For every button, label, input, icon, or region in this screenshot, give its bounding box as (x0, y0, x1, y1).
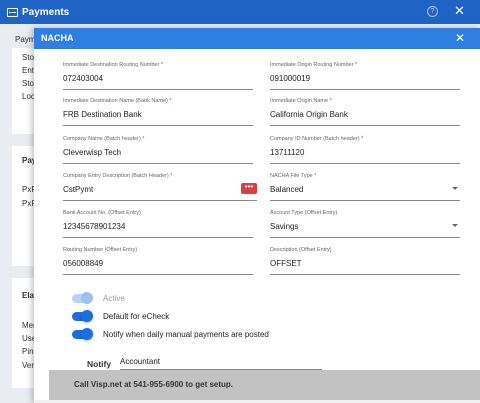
nacha-close-icon[interactable]: ✕ (455, 31, 465, 45)
field-value: 091000019 (270, 74, 311, 83)
company-id-field[interactable]: Company ID Number (Batch header) * 13711… (270, 136, 460, 164)
field-value: Cleverwisp Tech (63, 148, 122, 157)
left-item: Loc (22, 92, 35, 101)
origin-routing-field[interactable]: Immediate Origin Routing Number * 091000… (270, 62, 460, 90)
toggle-label: Notify when daily manual payments are po… (103, 329, 269, 339)
nacha-dialog-header: NACHA ✕ (34, 28, 480, 49)
entry-description-field[interactable]: Company Entry Description (Batch Header)… (63, 173, 257, 201)
notify-daily-toggle-row: Notify when daily manual payments are po… (72, 328, 269, 340)
active-toggle-row: Active (72, 292, 125, 304)
left-item: Pin (22, 347, 34, 356)
nacha-dialog-title: NACHA (41, 33, 74, 43)
field-label: Company Entry Description (Batch Header)… (63, 173, 173, 179)
toggle-label: Default for eCheck (103, 311, 170, 321)
field-value: 12345678901234 (63, 222, 126, 231)
field-value: 13711120 (270, 148, 305, 157)
tab-payments[interactable]: Paym (15, 35, 35, 44)
field-value: CstPymt (63, 185, 94, 194)
more-options-button[interactable]: ••• (241, 183, 257, 194)
default-echeck-toggle-row: Default for eCheck (72, 310, 169, 322)
field-label: Company ID Number (Batch header) * (270, 136, 364, 142)
field-label: Immediate Origin Name * (270, 98, 332, 104)
field-label: Immediate Destination Routing Number * (63, 62, 163, 68)
field-label: Immediate Origin Routing Number * (270, 62, 358, 68)
dest-name-field[interactable]: Immediate Destination Name (Bank Name) *… (63, 98, 253, 126)
origin-name-field[interactable]: Immediate Origin Name * California Origi… (270, 98, 460, 126)
default-echeck-toggle[interactable] (72, 310, 93, 322)
file-type-select[interactable]: NACHA File Type * Balanced (270, 173, 460, 201)
help-icon[interactable]: ? (427, 6, 438, 17)
field-label: Account Type (Offset Entry) (270, 210, 338, 216)
chevron-down-icon[interactable] (452, 224, 458, 227)
dest-routing-field[interactable]: Immediate Destination Routing Number * 0… (63, 62, 253, 90)
field-value: OFFSET (270, 259, 302, 268)
field-label: NACHA File Type * (270, 173, 317, 179)
setup-banner: Call Visp.net at 541-955-6900 to get set… (49, 370, 480, 400)
notify-select[interactable]: Accountant (120, 357, 160, 366)
field-label: Immediate Destination Name (Bank Name) * (63, 98, 172, 104)
payments-close-icon[interactable]: ✕ (454, 4, 465, 18)
field-value: FRB Destination Bank (63, 110, 142, 119)
left-item: Ver (22, 361, 35, 370)
payments-title: Payments (22, 6, 70, 18)
account-type-select[interactable]: Account Type (Offset Entry) Savings (270, 210, 460, 238)
left-item: Sto (22, 79, 35, 88)
notify-label: Notify (87, 359, 112, 369)
field-value: Savings (270, 222, 299, 231)
active-toggle[interactable] (72, 292, 93, 304)
routing-offset-field[interactable]: Routing Number (Offset Entry) 056008849 (63, 247, 253, 275)
field-label: Bank Account No. (Offset Entry) (63, 210, 141, 216)
left-item: Sto (22, 53, 35, 62)
bank-account-field[interactable]: Bank Account No. (Offset Entry) 12345678… (63, 210, 253, 238)
toggle-label: Active (103, 293, 125, 303)
notify-daily-toggle[interactable] (72, 328, 93, 340)
field-label: Routing Number (Offset Entry) (63, 247, 138, 253)
payments-window-header: Payments ? ✕ (0, 0, 480, 24)
company-name-field[interactable]: Company Name (Batch header) * Cleverwisp… (63, 136, 253, 164)
field-value: 072403004 (63, 74, 104, 83)
field-value: 056008849 (63, 259, 104, 268)
field-value: California Origin Bank (270, 110, 348, 119)
chevron-down-icon[interactable] (452, 187, 458, 190)
nacha-dialog: NACHA ✕ Immediate Destination Routing Nu… (34, 28, 480, 403)
field-label: Description (Offset Entry) (270, 247, 332, 253)
field-value: Balanced (270, 185, 304, 194)
field-label: Company Name (Batch header) * (63, 136, 145, 142)
setup-banner-text: Call Visp.net at 541-955-6900 to get set… (74, 380, 234, 389)
description-offset-field[interactable]: Description (Offset Entry) OFFSET (270, 247, 460, 275)
payments-icon (7, 7, 18, 17)
